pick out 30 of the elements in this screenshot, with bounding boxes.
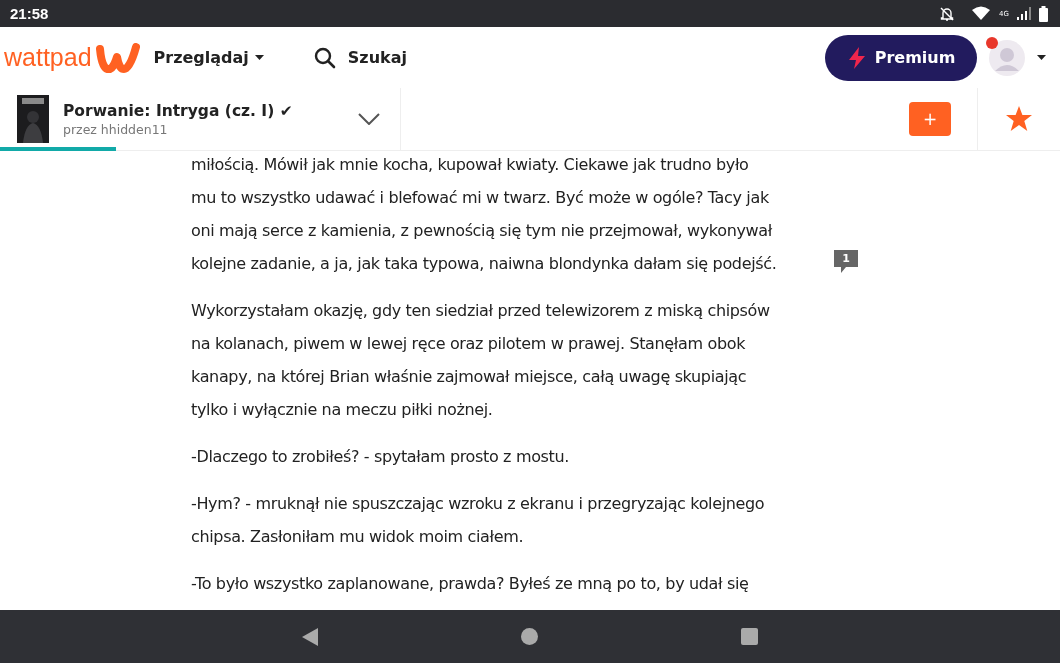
caret-icon[interactable]	[1037, 55, 1046, 60]
search-label[interactable]: Szukaj	[347, 48, 407, 67]
logo-icon[interactable]	[95, 42, 140, 73]
battery-icon	[1039, 5, 1048, 22]
lightning-icon[interactable]	[846, 46, 867, 69]
back-icon[interactable]	[301, 627, 318, 646]
star-icon[interactable]	[1005, 106, 1033, 132]
avatar[interactable]	[989, 39, 1025, 76]
caret-icon[interactable]	[254, 55, 264, 60]
wifi-icon	[971, 6, 992, 21]
story-title: Porwanie: Intryga (cz. I) ✔	[63, 101, 294, 120]
story-paragraph: -Hym? - mruknął nie spuszczając wzroku z ekranu i przegryzając kolejnego chipsa. Zasłoniłam mu widok moim ciałem.	[191, 493, 766, 548]
muted-bell-icon	[939, 5, 956, 22]
browse-menu[interactable]: Przeglądaj	[153, 48, 264, 67]
signal-icon	[1017, 7, 1031, 20]
home-icon[interactable]	[521, 628, 538, 645]
story-paragraph: -To było wszystko zaplanowane, prawda? Byłeś ze mną po to, by udał się	[191, 573, 750, 595]
comment-count[interactable]: 1	[832, 250, 860, 274]
chevron-down-icon[interactable]	[358, 113, 380, 125]
recents-icon[interactable]	[741, 628, 759, 645]
premium-button[interactable]: Premium	[825, 34, 977, 81]
story-paragraph: miłością. Mówił jak mnie kocha, kupował kwiaty. Ciekawe jak trudno było mu to wszystko udawać i blefować mi w twarz. Być może w ogóle? Tacy jak oni mają serce z kamienia, z pewnością się tym nie przejmował, wykonywał kolejne zadanie, a ja, jak taka typowa, naiwna blondynka dałam się podejść. 1	[191, 151, 1060, 280]
search-icon[interactable]	[313, 46, 336, 69]
clock: 21:58	[10, 5, 49, 22]
logo-text[interactable]: wattpad	[4, 43, 92, 72]
author-name[interactable]: przez hhidden11	[63, 121, 358, 137]
add-button[interactable]: +	[909, 102, 951, 136]
story-paragraph: -Dlaczego to zrobiłeś? - spytałam prosto z mostu.	[191, 446, 570, 468]
book-cover[interactable]	[17, 95, 49, 143]
story-paragraph: Wykorzystałam okazję, gdy ten siedział przed telewizorem z miską chipsów na kolanach, piwem w lewej ręce oraz pilotem w prawej. Stanęłam obok kanapy, na której Brian właśnie zajmował miejsce, całą uwagę skupiając tylko i wyłącznie na meczu piłki nożnej.	[191, 300, 771, 421]
